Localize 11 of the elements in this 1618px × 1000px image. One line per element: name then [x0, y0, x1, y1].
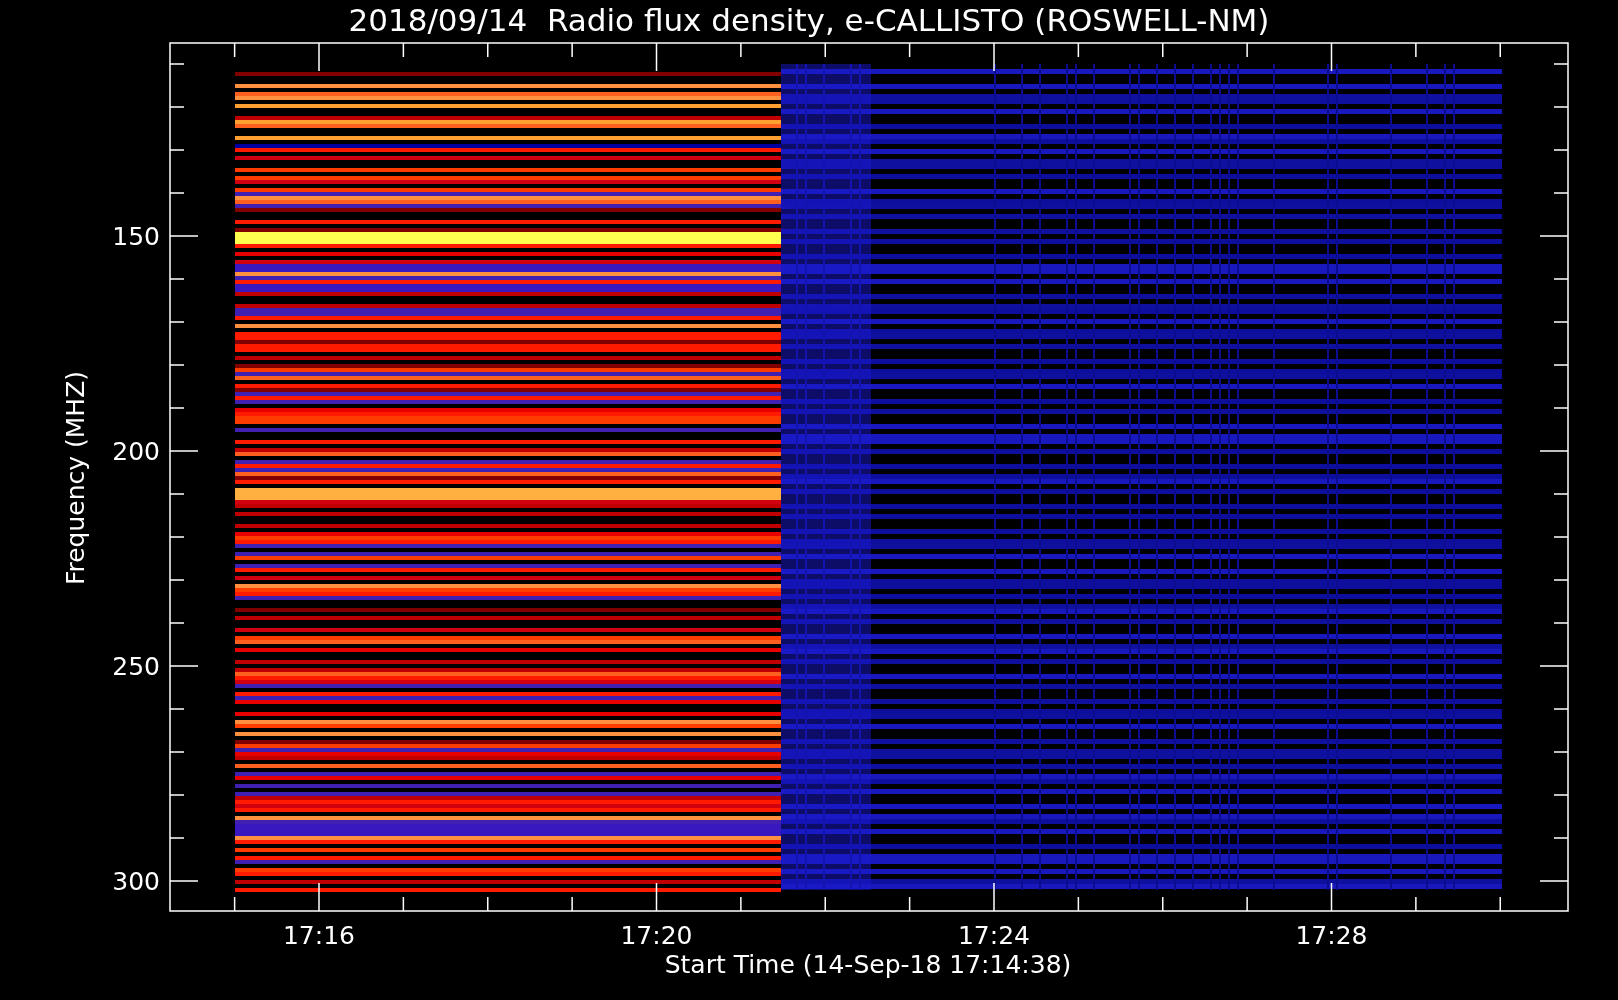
tick-label: 300	[112, 867, 160, 896]
axis-title: Start Time (14-Sep-18 17:14:38)	[664, 950, 1072, 979]
tick-label: 250	[112, 652, 160, 681]
tick-label: 200	[112, 437, 160, 466]
axis-title: Frequency (MHZ)	[61, 370, 90, 586]
tick-label: 17:20	[620, 921, 693, 950]
tick-label: 17:16	[283, 921, 355, 950]
tick-label: 17:28	[1295, 921, 1368, 950]
tick-label: 150	[112, 222, 160, 251]
chart-title: 2018/09/14 Radio flux density, e-CALLISTO (ROSWELL-NM)	[348, 2, 1270, 38]
tick-label: 17:24	[958, 921, 1030, 950]
